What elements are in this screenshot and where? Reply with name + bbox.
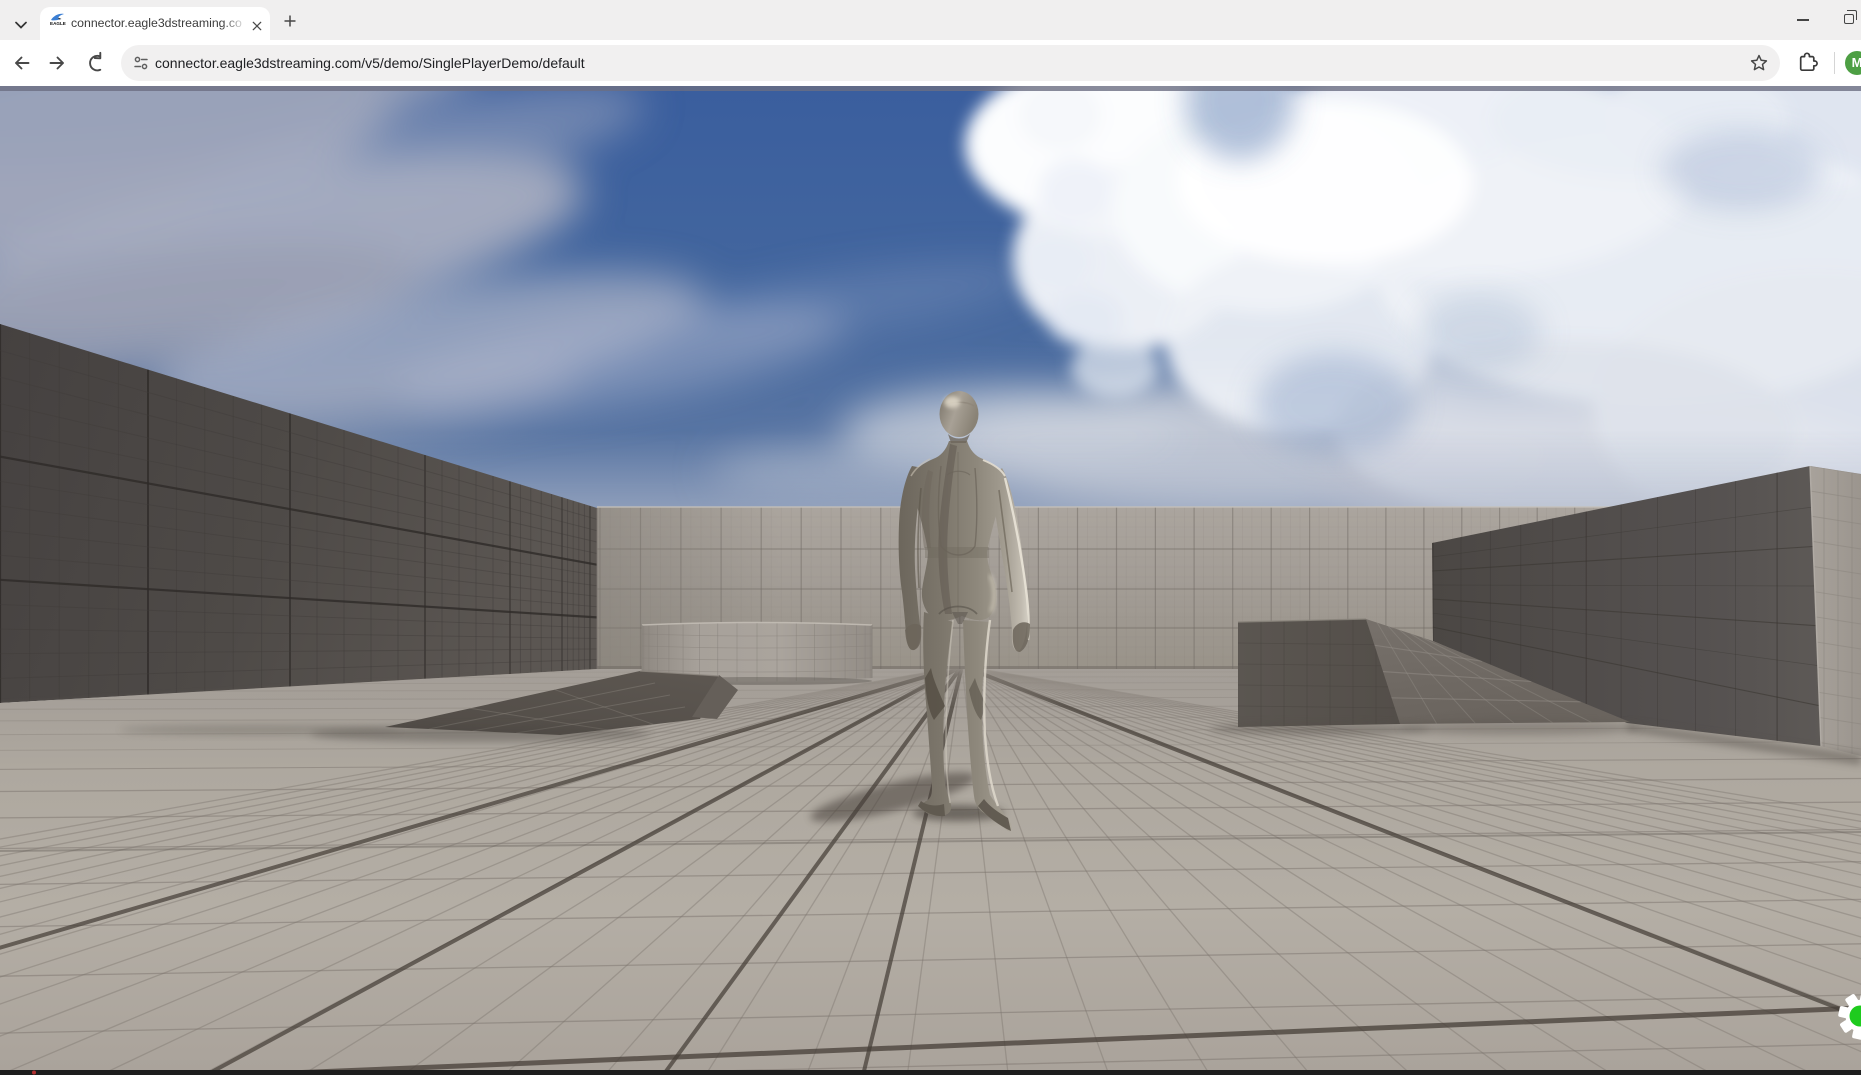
svg-text:EAGLE: EAGLE [50,21,66,26]
